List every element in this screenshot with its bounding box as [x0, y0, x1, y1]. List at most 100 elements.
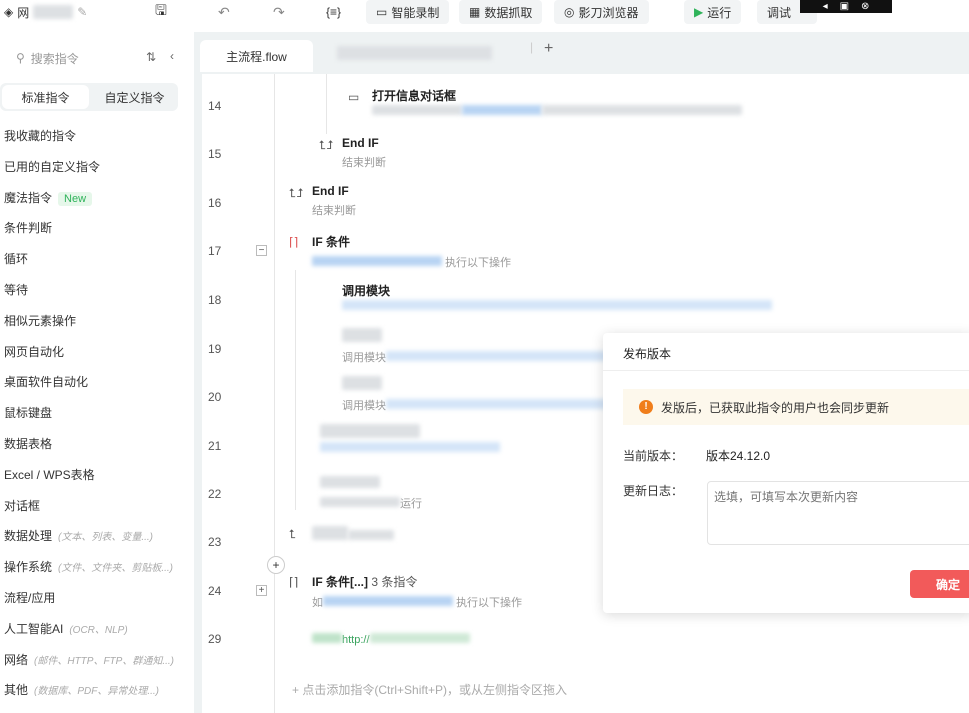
- sidebar-item[interactable]: 流程/应用: [4, 589, 55, 606]
- if-icon: ⌈⌉: [289, 575, 299, 589]
- line-number: 15: [208, 147, 222, 161]
- sidebar-item[interactable]: 数据处理 (文本、列表、变量...): [4, 527, 153, 544]
- confirm-button[interactable]: 确定: [910, 570, 969, 598]
- sidebar-item[interactable]: 数据表格: [4, 435, 52, 452]
- sidebar-item[interactable]: 对话框: [4, 497, 40, 514]
- window-controls[interactable]: ◂ ▣ ⊗: [800, 0, 892, 13]
- tab-standard[interactable]: 标准指令: [2, 85, 89, 109]
- redo-icon[interactable]: ↷: [273, 0, 285, 24]
- command-tabs: 标准指令 自定义指令: [0, 83, 178, 111]
- close-icon[interactable]: ⊗: [861, 1, 869, 12]
- step-title: End IF: [312, 184, 349, 198]
- sidebar-item[interactable]: 相似元素操作: [4, 312, 76, 329]
- search-placeholder: 搜索指令: [30, 51, 79, 66]
- sidebar-item[interactable]: 条件判断: [4, 219, 52, 236]
- line-number: 19: [208, 342, 222, 356]
- data-scrape-button[interactable]: ▦ 数据抓取: [459, 0, 543, 24]
- line-number: 20: [208, 390, 222, 404]
- flow-step[interactable]: IF 条件 执行以下操作: [312, 233, 511, 270]
- sidebar-item[interactable]: 桌面软件自动化: [4, 373, 88, 390]
- sidebar-item[interactable]: 操作系统 (文件、文件夹、剪贴板...): [4, 558, 173, 575]
- flow-step[interactable]: End IF 结束判断: [342, 136, 386, 170]
- sidebar-item-hint: (OCR、NLP): [69, 624, 128, 636]
- step-desc: 结束判断: [342, 157, 386, 169]
- undo-icon[interactable]: ↶: [218, 0, 230, 24]
- flow-step[interactable]: 调用模块: [342, 376, 606, 413]
- sidebar-item-label: 已用的自定义指令: [4, 159, 101, 174]
- step-desc: 运行: [400, 498, 422, 510]
- sidebar-item-label: 网络: [4, 652, 29, 667]
- sidebar-item[interactable]: 我收藏的指令: [4, 127, 76, 144]
- update-log-input[interactable]: [707, 481, 969, 545]
- sidebar-item[interactable]: 等待: [4, 281, 28, 298]
- tab-custom[interactable]: 自定义指令: [91, 83, 178, 111]
- save-icon[interactable]: 🖫: [155, 0, 167, 24]
- sidebar-item-label: 等待: [4, 283, 29, 297]
- run-button[interactable]: ▶ 运行: [684, 0, 742, 24]
- sidebar-item[interactable]: 鼠标键盘: [4, 404, 52, 421]
- flow-step[interactable]: 打开信息对话框: [372, 87, 742, 118]
- sidebar-item[interactable]: 已用的自定义指令: [4, 158, 100, 175]
- line-number: 16: [208, 196, 222, 210]
- app-title: 网: [17, 5, 30, 20]
- sidebar-item[interactable]: 魔法指令 New: [4, 189, 93, 206]
- label: 运行: [707, 5, 732, 20]
- record-icon: ▭: [376, 5, 388, 19]
- end-if-icon: ⮤: [289, 527, 297, 541]
- label: 影刀浏览器: [578, 5, 639, 20]
- warning-text: 发版后，已获取此指令的用户也会同步更新: [661, 400, 890, 415]
- edit-icon[interactable]: ✎: [77, 5, 87, 19]
- tab-label: 主流程.flow: [226, 49, 287, 64]
- flow-step[interactable]: http://: [312, 632, 470, 646]
- smart-record-button[interactable]: ▭ 智能录制: [366, 0, 450, 24]
- minimize-icon[interactable]: ◂: [823, 1, 828, 12]
- sidebar-item[interactable]: 网页自动化: [4, 343, 64, 360]
- sidebar-item[interactable]: 循环: [4, 250, 28, 267]
- step-desc-prefix: 如: [312, 597, 323, 609]
- browser-icon: ◎: [564, 5, 575, 19]
- sidebar-item[interactable]: Excel / WPS表格: [4, 466, 95, 483]
- expand-button[interactable]: +: [256, 585, 267, 596]
- current-version-value: 版本24.12.0: [706, 449, 771, 463]
- add-tab-button[interactable]: +: [544, 40, 553, 58]
- browser-button[interactable]: ◎ 影刀浏览器: [554, 0, 649, 24]
- line-number: 17: [208, 244, 222, 258]
- variables-icon[interactable]: {≡}: [326, 0, 341, 24]
- flow-step[interactable]: 运行: [320, 476, 422, 511]
- toolbar: ◈ 网 ✎ 🖫 ↶ ↷ {≡} ▭ 智能录制 ▦ 数据抓取 ◎ 影刀浏览器 ▶ 运行 调试…: [0, 0, 969, 32]
- flow-step[interactable]: 调用模块: [342, 328, 606, 365]
- insert-step-button[interactable]: +: [267, 556, 285, 574]
- app-logo-icon: ◈ 网 ✎: [4, 5, 88, 20]
- step-desc: 调用模块: [342, 400, 386, 412]
- flow-step[interactable]: [320, 424, 500, 455]
- step-title: 打开信息对话框: [372, 89, 457, 103]
- url-text: http://: [342, 634, 370, 646]
- sidebar-item[interactable]: 其他 (数据库、PDF、异常处理...): [4, 681, 159, 698]
- sidebar-item[interactable]: 人工智能AI (OCR、NLP): [4, 620, 128, 637]
- table-icon: ▦: [469, 5, 481, 19]
- play-icon: ▶: [694, 5, 704, 19]
- flow-step[interactable]: [312, 526, 394, 543]
- step-title: End IF: [342, 136, 379, 150]
- collapse-button[interactable]: −: [256, 245, 267, 256]
- flow-step[interactable]: IF 条件[...] 3 条指令如 执行以下操作: [312, 573, 522, 610]
- sidebar-item-hint: (邮件、HTTP、FTP、群通知...): [34, 655, 175, 667]
- flow-step[interactable]: 调用模块: [342, 282, 772, 313]
- dialog-title: 发布版本: [603, 333, 969, 371]
- flow-step[interactable]: End IF 结束判断: [312, 184, 356, 218]
- end-if-icon: ⮤⮥: [289, 186, 304, 200]
- step-title: IF 条件: [312, 235, 350, 249]
- restore-icon[interactable]: ▣: [840, 1, 849, 12]
- sidebar-item-label: 对话框: [4, 498, 41, 513]
- add-command-hint[interactable]: + 点击添加指令(Ctrl+Shift+P)，或从左侧指令区拖入: [292, 681, 567, 698]
- sort-icon[interactable]: ⇅: [146, 50, 156, 64]
- search-input[interactable]: ⚲ 搜索指令: [8, 44, 138, 72]
- collapse-icon[interactable]: ‹: [170, 49, 174, 63]
- publish-version-dialog: 发布版本 ! 发版后，已获取此指令的用户也会同步更新 当前版本： 版本24.12.…: [603, 333, 969, 613]
- sidebar-item[interactable]: 网络 (邮件、HTTP、FTP、群通知...): [4, 651, 174, 668]
- step-title: IF 条件[...]: [312, 575, 368, 589]
- tab-main-flow[interactable]: 主流程.flow: [200, 40, 313, 72]
- sidebar-item-hint: (数据库、PDF、异常处理...): [34, 686, 160, 698]
- new-badge: New: [58, 191, 93, 206]
- end-if-icon: ⮤⮥: [319, 138, 334, 152]
